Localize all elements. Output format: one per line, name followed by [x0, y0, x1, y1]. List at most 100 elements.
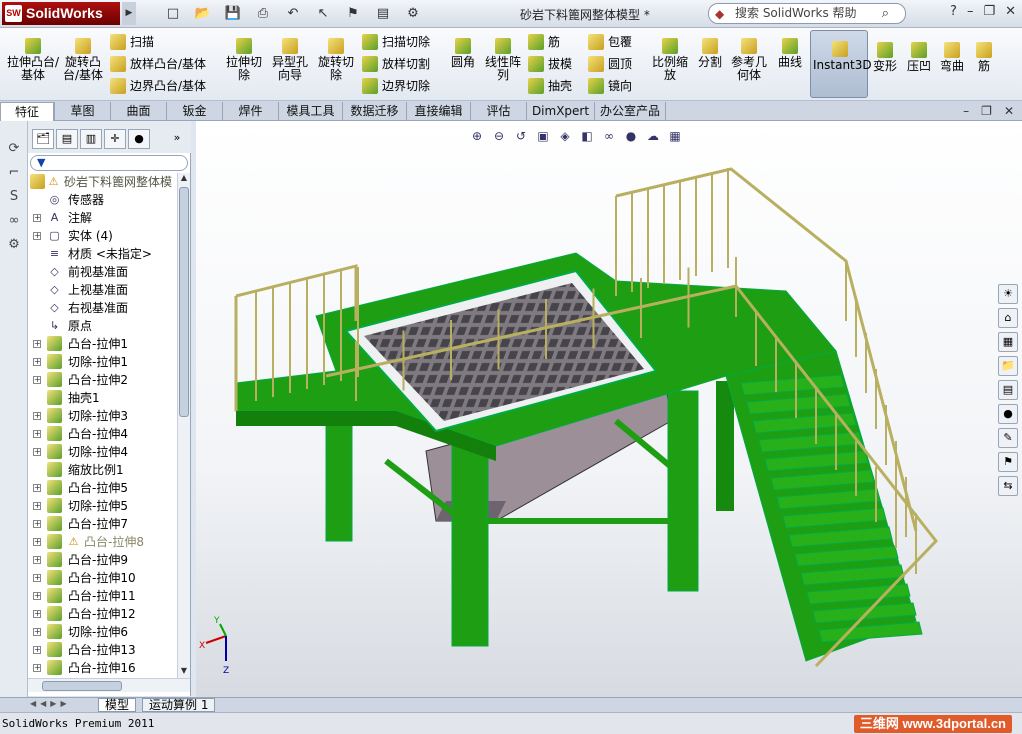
tree-item[interactable]: + 凸台-拉伸9 — [28, 551, 177, 569]
doc-minimize-button[interactable]: – — [963, 104, 969, 118]
tab-features[interactable]: 特征 — [0, 102, 54, 121]
revolve-boss-button[interactable]: 旋转凸台/基体 — [60, 38, 106, 82]
tree-item[interactable]: + 凸台-拉伸10 — [28, 569, 177, 587]
solidworks-logo[interactable]: SW SolidWorks — [2, 2, 120, 25]
extrude-cut-button[interactable]: 拉伸切除 — [222, 38, 266, 82]
expand-tabs-icon[interactable]: » — [166, 129, 188, 149]
tab-model[interactable]: 模型 — [98, 698, 137, 712]
tree-item[interactable]: + 凸台-拉伸12 — [28, 605, 177, 623]
tree-item[interactable]: + 凸台-拉伸5 — [28, 479, 177, 497]
configuration-manager-tab-icon[interactable]: ▥ — [80, 129, 102, 149]
file-explorer-icon[interactable]: 📁 — [998, 356, 1018, 376]
close-button[interactable]: ✕ — [1005, 4, 1016, 19]
tree-horizontal-scrollbar[interactable] — [28, 678, 190, 692]
tree-root[interactable]: ⚠ 砂岩下料篦网整体模 — [28, 173, 177, 191]
scroll-up-icon[interactable]: ▲ — [179, 173, 189, 185]
tree-item[interactable]: ◇ 前视基准面 — [28, 263, 177, 281]
solidworks-resources-icon[interactable]: ☀ — [998, 284, 1018, 304]
tree-item[interactable]: + 凸台-拉伸16 — [28, 659, 177, 677]
tab-office-products[interactable]: 办公室产品 — [594, 102, 666, 121]
help-button[interactable]: ? — [950, 4, 957, 19]
assembly-tool-icon[interactable]: ⚙ — [6, 237, 22, 253]
tree-item[interactable]: + 切除-拉伸5 — [28, 497, 177, 515]
file-properties-icon[interactable]: ▤ — [370, 4, 396, 24]
expand-icon[interactable]: + — [33, 502, 41, 510]
property-manager-tab-icon[interactable]: ▤ — [56, 129, 78, 149]
expand-icon[interactable]: + — [33, 340, 41, 348]
tab-motion-study-1[interactable]: 运动算例 1 — [142, 698, 216, 712]
design-library-icon[interactable]: ⌂ — [998, 308, 1018, 328]
expand-icon[interactable]: + — [33, 520, 41, 528]
expand-icon[interactable]: + — [33, 628, 41, 636]
tab-mold-tools[interactable]: 模具工具 — [278, 102, 342, 121]
view-palette-icon[interactable]: ▤ — [998, 380, 1018, 400]
tree-hscroll-thumb[interactable] — [42, 681, 122, 691]
tree-item[interactable]: + 切除-拉伸1 — [28, 353, 177, 371]
doc-restore-button[interactable]: ❐ — [981, 104, 992, 118]
mirror-button[interactable]: 镜向 — [588, 78, 632, 94]
tree-item[interactable]: + ⚠ 凸台-拉伸8 — [28, 533, 177, 551]
swept-cut-button[interactable]: 扫描切除 — [362, 34, 430, 50]
tree-item[interactable]: ↳ 原点 — [28, 317, 177, 335]
sweep-button[interactable]: 扫描 — [110, 34, 154, 50]
expand-icon[interactable]: + — [33, 592, 41, 600]
expand-icon[interactable]: + — [33, 646, 41, 654]
indent-button[interactable]: 压凹 — [904, 42, 934, 73]
print-icon[interactable]: ⎙ — [250, 4, 276, 24]
save-icon[interactable]: 💾 — [220, 4, 246, 24]
graphics-viewport[interactable]: ⊕ ⊖ ↺ ▣ ◈ ◧ ∞ ● ☁ ▦ X Y Z ☀ ⌂ ▦ 📁 ▤ ● ✎ … — [196, 121, 1022, 697]
dome-button[interactable]: 圆顶 — [588, 56, 632, 72]
tree-vertical-scrollbar[interactable]: ▲ ▼ — [177, 173, 190, 678]
options-icon[interactable]: ⚙ — [400, 4, 426, 24]
routing-icon[interactable]: ⇆ — [998, 476, 1018, 496]
instant3d-button[interactable]: Instant3D — [810, 30, 872, 98]
tree-item[interactable]: 抽壳1 — [28, 389, 177, 407]
tab-sketch[interactable]: 草图 — [54, 102, 110, 121]
curves-button[interactable]: 曲线 — [774, 38, 806, 69]
appearances-icon[interactable]: ● — [998, 404, 1018, 424]
tree-item[interactable]: ◇ 右视基准面 — [28, 299, 177, 317]
tree-item[interactable]: + 切除-拉伸6 — [28, 623, 177, 641]
split-button[interactable]: 分割 — [694, 38, 726, 69]
deform-button[interactable]: 弯曲 — [936, 42, 968, 73]
fillet-button[interactable]: 圆角 — [446, 38, 480, 69]
scroll-down-icon[interactable]: ▼ — [179, 666, 189, 678]
open-folder-icon[interactable]: 📂 — [190, 4, 216, 24]
tab-sheet-metal[interactable]: 钣金 — [166, 102, 222, 121]
tree-item[interactable]: ◎ 传感器 — [28, 191, 177, 209]
expand-icon[interactable]: + — [33, 412, 41, 420]
hole-wizard-button[interactable]: 异型孔向导 — [268, 38, 312, 82]
rebuild-icon[interactable]: ⚑ — [340, 4, 366, 24]
tab-data-migration[interactable]: 数据迁移 — [342, 102, 406, 121]
flex-button[interactable]: 变形 — [870, 42, 900, 73]
mate-tool-icon[interactable]: ∞ — [6, 213, 22, 229]
revolve-cut-button[interactable]: 旋转切除 — [314, 38, 358, 82]
tab-weldments[interactable]: 焊件 — [222, 102, 278, 121]
tab-direct-editing[interactable]: 直接编辑 — [406, 102, 470, 121]
custom-properties-icon[interactable]: ✎ — [998, 428, 1018, 448]
expand-icon[interactable]: + — [33, 232, 41, 240]
lofted-cut-button[interactable]: 放样切割 — [362, 56, 430, 72]
tree-item[interactable]: + 凸台-拉伸13 — [28, 641, 177, 659]
expand-icon[interactable]: + — [33, 430, 41, 438]
doc-close-button[interactable]: ✕ — [1004, 104, 1014, 118]
linear-pattern-button[interactable]: 线性阵列 — [482, 38, 524, 82]
reference-geometry-button[interactable]: 参考几何体 — [728, 38, 770, 82]
line-tool-icon[interactable]: ⌐ — [6, 165, 22, 181]
tree-item[interactable]: + A 注解 — [28, 209, 177, 227]
expand-icon[interactable]: + — [33, 664, 41, 672]
tree-item[interactable]: ◇ 上视基准面 — [28, 281, 177, 299]
display-manager-tab-icon[interactable]: ● — [128, 129, 150, 149]
rib-button[interactable]: 筋 — [528, 34, 560, 50]
sketch-tool-icon[interactable]: ⟳ — [6, 141, 22, 157]
boundary-boss-button[interactable]: 边界凸台/基体 — [110, 78, 206, 94]
toolbox-icon[interactable]: ▦ — [998, 332, 1018, 352]
shell-button[interactable]: 抽壳 — [528, 78, 572, 94]
extrude-boss-button[interactable]: 拉伸凸台/基体 — [6, 38, 60, 82]
expand-icon[interactable]: + — [33, 610, 41, 618]
tab-dimxpert[interactable]: DimXpert — [526, 102, 594, 121]
tab-evaluate[interactable]: 评估 — [470, 102, 526, 121]
forum-icon[interactable]: ⚑ — [998, 452, 1018, 472]
tree-item[interactable]: + ▢ 实体 (4) — [28, 227, 177, 245]
feature-filter-input[interactable]: ▼ — [30, 155, 188, 171]
